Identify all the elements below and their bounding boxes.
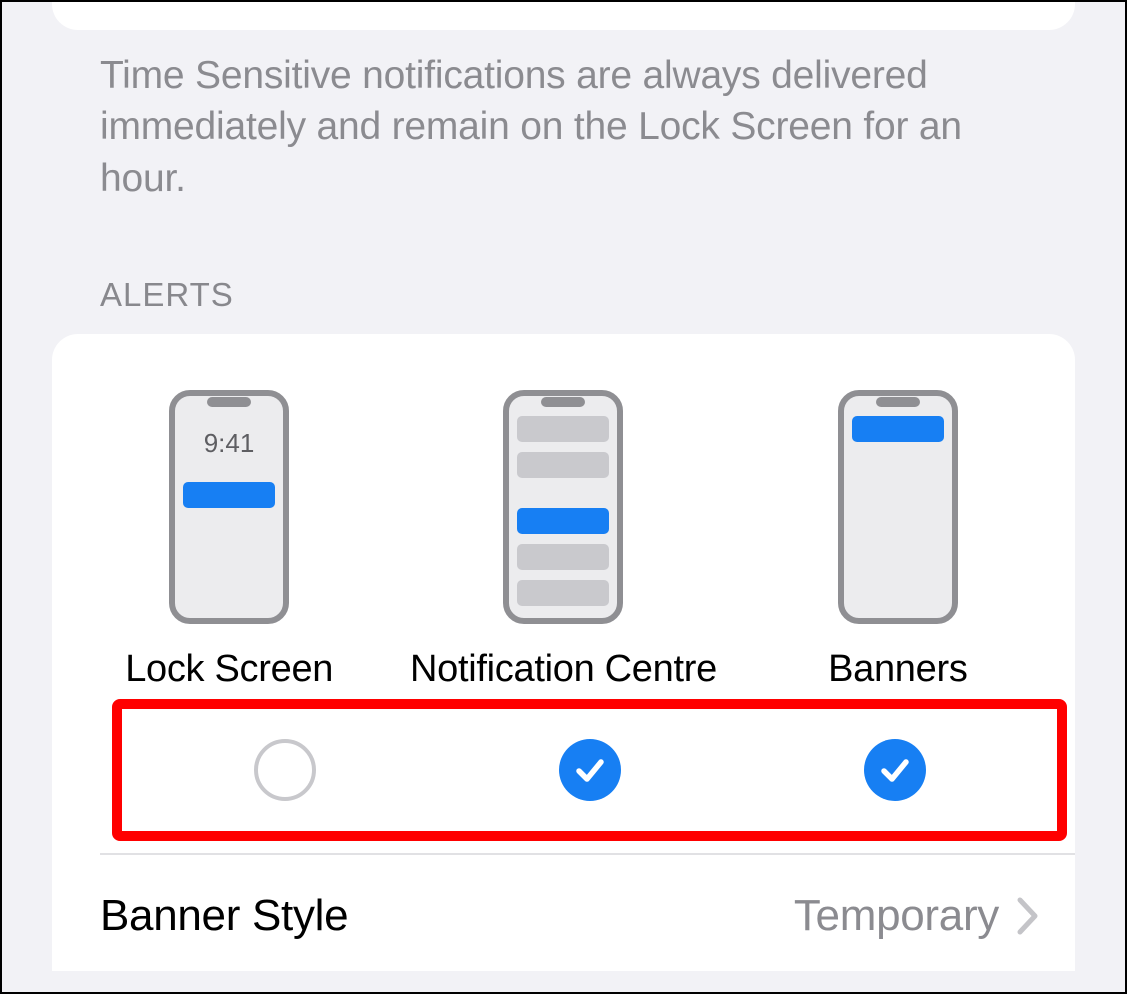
alert-style-row: 9:41 Lock Screen Notification Centre: [52, 390, 1075, 691]
previous-card-bottom: [52, 2, 1075, 30]
alerts-card: 9:41 Lock Screen Notification Centre: [52, 334, 1075, 971]
lock-screen-checkbox[interactable]: [254, 739, 316, 801]
alert-option-label: Lock Screen: [125, 648, 333, 691]
notification-centre-phone-icon: [503, 390, 623, 624]
alert-option-notification-centre[interactable]: Notification Centre: [396, 390, 730, 691]
annotation-highlight: [112, 699, 1067, 841]
checkmark-icon: [877, 752, 913, 788]
alerts-section-header: ALERTS: [52, 204, 1075, 334]
time-sensitive-description: Time Sensitive notifications are always …: [52, 40, 1075, 204]
settings-screen: Time Sensitive notifications are always …: [0, 0, 1127, 994]
banners-phone-icon: [838, 390, 958, 624]
notification-centre-checkbox[interactable]: [559, 739, 621, 801]
banner-style-label: Banner Style: [100, 891, 348, 941]
alert-option-label: Banners: [828, 648, 967, 691]
alert-option-lock-screen[interactable]: 9:41 Lock Screen: [62, 390, 396, 691]
lock-screen-phone-icon: 9:41: [169, 390, 289, 624]
alert-checkbox-row: [122, 709, 1057, 831]
banner-style-value-wrap: Temporary: [794, 891, 1039, 941]
alert-option-label: Notification Centre: [410, 648, 717, 691]
banners-checkbox[interactable]: [864, 739, 926, 801]
banner-style-value: Temporary: [794, 891, 999, 941]
svg-text:9:41: 9:41: [204, 428, 255, 458]
chevron-right-icon: [1017, 897, 1039, 935]
checkmark-icon: [572, 752, 608, 788]
alert-option-banners[interactable]: Banners: [731, 390, 1065, 691]
banner-style-row[interactable]: Banner Style Temporary: [52, 855, 1075, 971]
